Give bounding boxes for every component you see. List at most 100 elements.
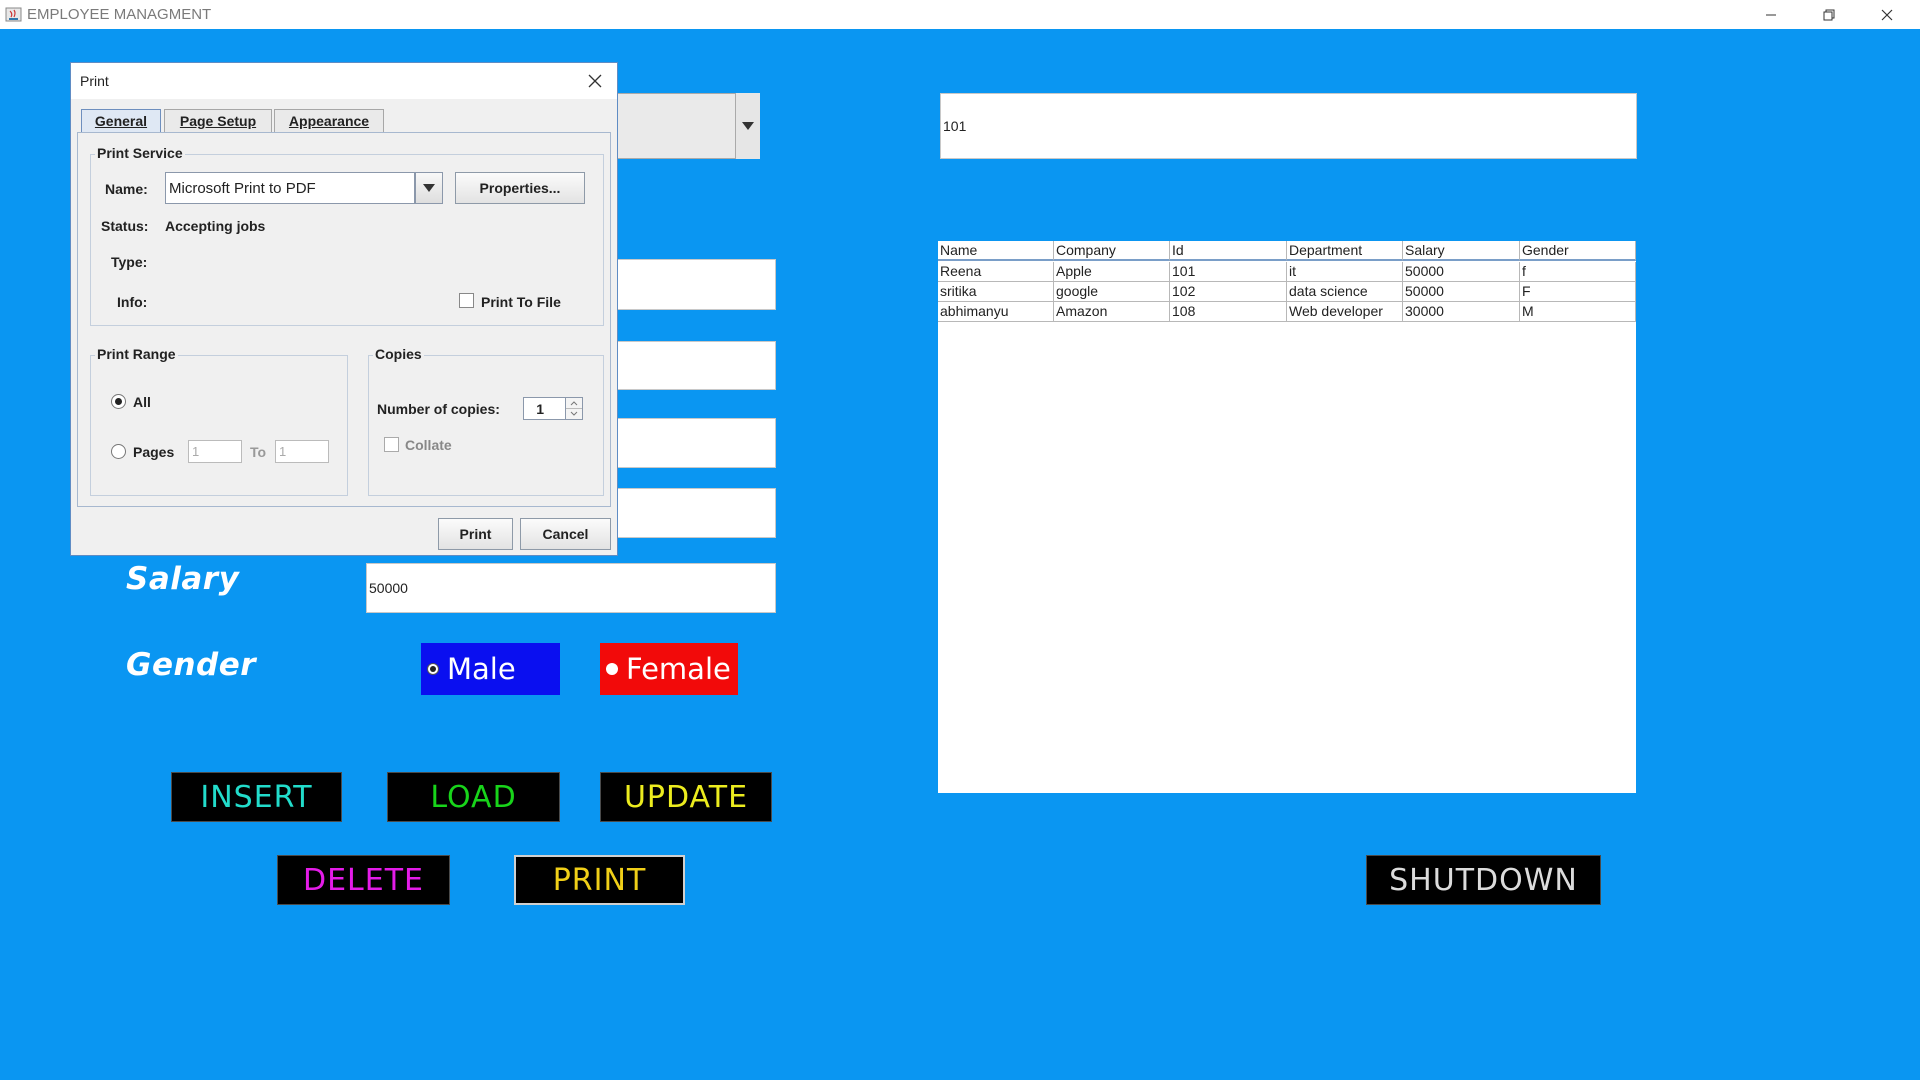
- printer-name-value: Microsoft Print to PDF: [169, 179, 316, 197]
- employee-table[interactable]: Name Company Id Department Salary Gender…: [938, 241, 1636, 793]
- table-cell[interactable]: it: [1287, 262, 1403, 282]
- pages-from-field[interactable]: 1: [188, 440, 242, 463]
- table-cell[interactable]: 30000: [1403, 302, 1520, 322]
- gender-female-radio[interactable]: Female: [600, 643, 738, 695]
- insert-button[interactable]: INSERT: [171, 772, 342, 822]
- salary-label: Salary: [126, 561, 240, 597]
- restore-icon: [1823, 9, 1835, 20]
- id-field-value: 101: [943, 118, 967, 134]
- update-button[interactable]: UPDATE: [600, 772, 772, 822]
- pages-to-field[interactable]: 1: [275, 440, 329, 463]
- name-label: Name:: [105, 181, 148, 197]
- table-cell[interactable]: 50000: [1403, 282, 1520, 302]
- table-cell[interactable]: 102: [1170, 282, 1287, 302]
- table-cell[interactable]: sritika: [938, 282, 1054, 302]
- spinner-arrows-icon: [566, 401, 582, 416]
- properties-button[interactable]: Properties...: [455, 172, 585, 204]
- copies-spinner[interactable]: 1: [523, 397, 567, 420]
- print-to-file-label: Print To File: [481, 294, 561, 310]
- chevron-down-icon: [742, 122, 754, 130]
- tab-general[interactable]: General: [81, 109, 161, 133]
- dialog-close-button[interactable]: [583, 69, 607, 93]
- close-icon: [588, 74, 602, 88]
- radio-selected-icon: [115, 398, 122, 405]
- number-of-copies-label: Number of copies:: [377, 401, 500, 417]
- table-cell[interactable]: Reena: [938, 262, 1054, 282]
- window-title: EMPLOYEE MANAGMENT: [27, 6, 212, 23]
- gender-male-label: Male: [447, 652, 516, 686]
- salary-field[interactable]: 50000: [366, 563, 776, 613]
- delete-button[interactable]: DELETE: [277, 855, 450, 905]
- print-button[interactable]: PRINT: [514, 855, 685, 905]
- type-label: Type:: [111, 254, 148, 270]
- table-cell[interactable]: Web developer: [1287, 302, 1403, 322]
- info-label: Info:: [117, 294, 148, 310]
- column-header-department[interactable]: Department: [1287, 241, 1403, 261]
- tab-page-setup[interactable]: Page Setup: [164, 109, 272, 133]
- printer-name-select[interactable]: Microsoft Print to PDF: [165, 172, 415, 204]
- table-cell[interactable]: f: [1520, 262, 1636, 282]
- print-dialog-titlebar: Print: [71, 63, 617, 99]
- copies-value: 1: [536, 400, 544, 417]
- range-all-label: All: [133, 394, 151, 410]
- printer-dropdown-button[interactable]: [415, 172, 443, 204]
- print-to-file-checkbox[interactable]: [459, 293, 474, 308]
- chevron-down-icon: [423, 184, 435, 192]
- table-cell[interactable]: Amazon: [1054, 302, 1170, 322]
- radio-unselected-icon: [606, 663, 618, 675]
- extra-field[interactable]: [600, 488, 776, 538]
- table-cell[interactable]: google: [1054, 282, 1170, 302]
- column-header-name[interactable]: Name: [938, 241, 1054, 261]
- collate-checkbox[interactable]: [384, 437, 399, 452]
- dialog-print-button[interactable]: Print: [438, 518, 513, 550]
- close-button[interactable]: [1858, 0, 1916, 29]
- column-header-id[interactable]: Id: [1170, 241, 1287, 261]
- gender-label: Gender: [126, 647, 257, 683]
- column-header-company[interactable]: Company: [1054, 241, 1170, 261]
- radio-selected-icon: [427, 663, 439, 675]
- copies-spinner-buttons[interactable]: [565, 397, 583, 420]
- copies-group-title: Copies: [373, 346, 424, 362]
- table-cell[interactable]: 50000: [1403, 262, 1520, 282]
- salary-field-value: 50000: [369, 580, 408, 596]
- pages-from-value: 1: [192, 444, 200, 459]
- print-service-group-title: Print Service: [95, 145, 185, 161]
- pages-to-value: 1: [279, 444, 287, 459]
- java-app-icon: [5, 7, 22, 22]
- collate-label: Collate: [405, 437, 452, 453]
- table-cell[interactable]: 108: [1170, 302, 1287, 322]
- minimize-button[interactable]: [1742, 0, 1800, 29]
- status-label: Status:: [101, 218, 149, 234]
- pages-to-label: To: [250, 444, 267, 460]
- range-all-radio[interactable]: [111, 394, 126, 409]
- load-button[interactable]: LOAD: [387, 772, 560, 822]
- table-cell[interactable]: data science: [1287, 282, 1403, 302]
- table-cell[interactable]: M: [1520, 302, 1636, 322]
- minimize-icon: [1766, 14, 1776, 15]
- table-cell[interactable]: abhimanyu: [938, 302, 1054, 322]
- print-range-group: [90, 355, 348, 496]
- company-field[interactable]: [600, 341, 776, 390]
- employee-select-dropdown-button[interactable]: [735, 93, 760, 159]
- restore-button[interactable]: [1800, 0, 1858, 29]
- window-titlebar: EMPLOYEE MANAGMENT: [0, 0, 1920, 29]
- shutdown-button[interactable]: SHUTDOWN: [1366, 855, 1601, 905]
- print-range-group-title: Print Range: [95, 346, 178, 362]
- print-dialog: Print General Page Setup Appearance Prin…: [70, 62, 618, 556]
- range-pages-label: Pages: [133, 444, 175, 460]
- column-header-gender[interactable]: Gender: [1520, 241, 1636, 261]
- gender-male-radio[interactable]: Male: [421, 643, 560, 695]
- table-cell[interactable]: F: [1520, 282, 1636, 302]
- print-dialog-title: Print: [80, 73, 109, 89]
- name-field[interactable]: [600, 259, 776, 310]
- tab-appearance[interactable]: Appearance: [274, 109, 384, 133]
- department-field[interactable]: [600, 418, 776, 468]
- range-pages-radio[interactable]: [111, 444, 126, 459]
- table-cell[interactable]: 101: [1170, 262, 1287, 282]
- gender-female-label: Female: [626, 652, 731, 686]
- id-field[interactable]: 101: [940, 93, 1637, 159]
- table-cell[interactable]: Apple: [1054, 262, 1170, 282]
- status-value: Accepting jobs: [165, 218, 266, 234]
- dialog-cancel-button[interactable]: Cancel: [520, 518, 611, 550]
- column-header-salary[interactable]: Salary: [1403, 241, 1520, 261]
